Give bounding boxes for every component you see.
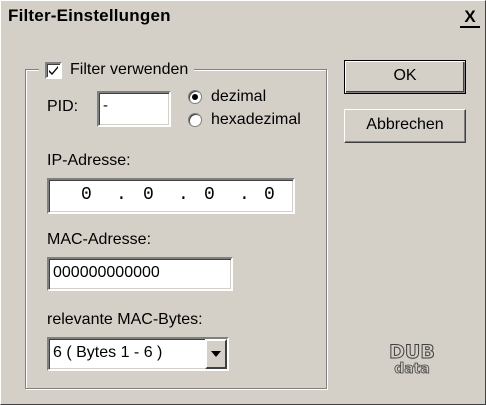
use-filter-checkbox-row[interactable]: Filter verwenden (39, 59, 195, 81)
window-title: Filter-Einstellungen (8, 6, 171, 25)
ip-address-label: IP-Adresse: (47, 152, 131, 169)
ip-separator: . (239, 185, 250, 205)
checkmark-icon (49, 65, 58, 75)
ip-separator: . (116, 185, 127, 205)
mac-address-input[interactable]: 000000000000 (47, 257, 233, 291)
ip-octet-4[interactable]: 0 (264, 185, 275, 205)
ip-octet-1[interactable]: 0 (81, 185, 92, 205)
mac-bytes-select[interactable]: 6 ( Bytes 1 - 6 ) (47, 337, 229, 371)
svg-text:data: data (394, 361, 430, 377)
ip-address-input[interactable]: 0 . 0 . 0 . 0 (47, 178, 295, 214)
radio-hexadezimal-button[interactable] (188, 113, 202, 127)
title-bar[interactable]: Filter-Einstellungen X (2, 2, 484, 36)
mac-bytes-selected-value: 6 ( Bytes 1 - 6 ) (53, 344, 163, 361)
use-filter-checkbox[interactable] (45, 61, 62, 79)
close-button[interactable]: X (460, 8, 480, 28)
ip-separator: . (178, 185, 189, 205)
chevron-down-icon (211, 351, 221, 357)
radio-hexadezimal-label: hexadezimal (211, 111, 301, 128)
radio-dezimal-button[interactable] (188, 90, 202, 104)
filter-settings-dialog: Filter-Einstellungen X Filter verwenden … (0, 0, 486, 405)
radio-dezimal[interactable]: dezimal (188, 88, 266, 106)
dub-data-logo: DUB data (389, 341, 436, 378)
radio-hexadezimal[interactable]: hexadezimal (188, 111, 301, 129)
dropdown-button[interactable] (205, 339, 227, 369)
ok-button[interactable]: OK (344, 60, 466, 94)
pid-input[interactable]: - (97, 91, 171, 127)
radio-dezimal-label: dezimal (211, 88, 267, 105)
ip-octet-2[interactable]: 0 (143, 185, 154, 205)
ip-octet-3[interactable]: 0 (204, 185, 215, 205)
use-filter-label: Filter verwenden (70, 61, 189, 78)
mac-bytes-label: relevante MAC-Bytes: (47, 311, 203, 328)
cancel-button[interactable]: Abbrechen (344, 109, 466, 143)
svg-text:DUB: DUB (389, 341, 435, 363)
mac-address-label: MAC-Adresse: (47, 231, 152, 248)
pid-label: PID: (47, 98, 79, 115)
